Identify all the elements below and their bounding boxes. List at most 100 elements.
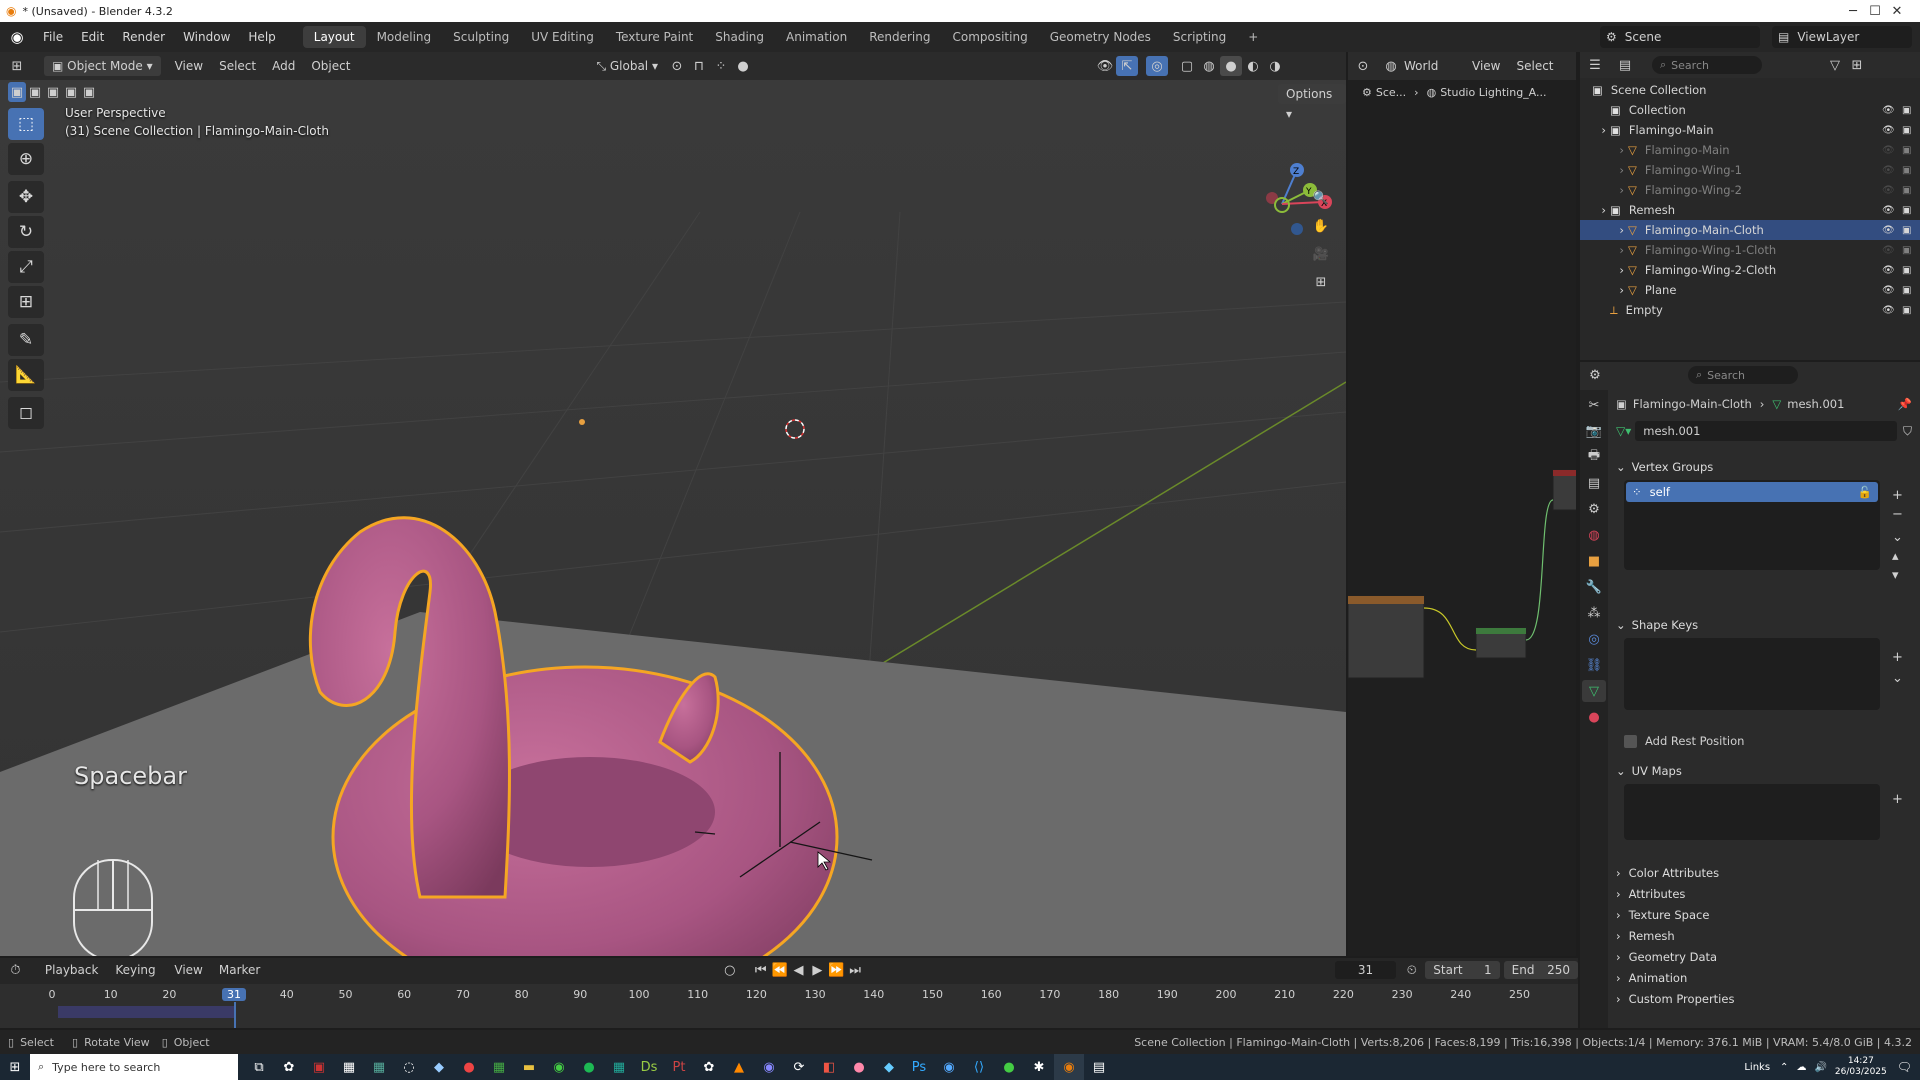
app-icon-12[interactable]: ▦ [604,1054,634,1080]
proportional-edit-icon[interactable]: ● [732,56,754,76]
visibility-eye-icon[interactable]: 👁 [1882,205,1895,216]
outliner-row[interactable]: ⟂ Empty 👁 ▣ [1580,300,1920,320]
expand-arrow-icon[interactable]: › [1580,223,1628,237]
app-icon-4[interactable]: ▦ [364,1054,394,1080]
outliner-row[interactable]: › ▣ Remesh 👁 ▣ [1580,200,1920,220]
material-tab[interactable]: ● [1582,706,1606,728]
add-vertex-group-button[interactable]: + [1892,488,1903,503]
modifier-tab[interactable]: 🔧 [1582,576,1606,598]
task-view-icon[interactable]: ⧉ [244,1054,274,1080]
scene-tab[interactable]: ⚙ [1582,498,1606,520]
filter-icon[interactable]: ▽ [1824,55,1846,75]
render-camera-icon[interactable]: ▣ [1902,265,1911,276]
app-icon-8[interactable]: ▦ [484,1054,514,1080]
editor-type-icon[interactable]: ⊞ [6,56,28,76]
gizmo-toggle-icon[interactable]: ⇱ [1115,56,1138,76]
app-icon-18[interactable]: ⟳ [784,1054,814,1080]
add-workspace-button[interactable]: + [1237,26,1269,48]
playback-menu[interactable]: Playback ▾ [37,960,107,997]
select-box-tool[interactable]: ⬚ [8,108,44,140]
menu-object[interactable]: Object [303,56,358,76]
uv-maps-list[interactable] [1624,784,1880,840]
move-up-button[interactable]: ▴ [1892,549,1903,564]
outliner[interactable]: ☰ ▤ ⌕ Search ▽ ⊞ ▣ Scene Collection ▣ Colle… [1580,52,1920,360]
tab-modeling[interactable]: Modeling [366,26,443,48]
render-camera-icon[interactable]: ▣ [1902,145,1911,156]
display-mode-icon[interactable]: ▤ [1614,55,1636,75]
shape-key-specials-button[interactable]: ⌄ [1892,671,1903,686]
timeline-type-icon[interactable]: ⏱ [6,960,25,980]
network-icon[interactable]: ☁ [1796,1062,1806,1073]
outliner-row[interactable]: ▣ Collection 👁 ▣ [1580,100,1920,120]
vertex-groups-panel-header[interactable]: ⌄ Vertex Groups [1616,456,1912,478]
tab-texture-paint[interactable]: Texture Paint [605,26,704,48]
output-tab[interactable]: 🖶 [1582,446,1606,468]
start-frame-field[interactable]: Start 1 [1425,961,1500,979]
end-frame-field[interactable]: End 250 [1503,961,1579,979]
snap-icon[interactable]: ⊓ [688,56,710,76]
tab-uv-editing[interactable]: UV Editing [520,26,605,48]
light-point[interactable] [579,419,585,425]
render-camera-icon[interactable]: ▣ [1902,285,1911,296]
outliner-row[interactable]: › ▽ Plane 👁 ▣ [1580,280,1920,300]
taskbar-search-input[interactable]: ⌕ Type here to search [30,1054,238,1080]
render-camera-icon[interactable]: ▣ [1902,105,1911,116]
add-shape-key-button[interactable]: + [1892,650,1903,665]
expand-arrow-icon[interactable]: › [1580,243,1628,257]
visibility-eye-icon[interactable]: 👁 [1882,305,1895,316]
app-icon-21[interactable]: ◆ [874,1054,904,1080]
visibility-eye-icon[interactable]: 👁 [1882,165,1895,176]
app-icon-23[interactable]: ◉ [934,1054,964,1080]
scene-selector[interactable]: ⚙ Scene [1600,26,1760,48]
notifications-icon[interactable]: 🗨 [1897,1060,1912,1074]
marker-menu[interactable]: Marker [211,960,268,980]
render-camera-icon[interactable]: ▣ [1902,305,1911,316]
shape-keys-list[interactable] [1624,638,1880,710]
app-icon-5[interactable]: ◌ [394,1054,424,1080]
data-tab[interactable]: ▽ [1582,680,1606,702]
app-icon-20[interactable]: ● [844,1054,874,1080]
volume-icon[interactable]: 🔊 [1814,1062,1826,1073]
outliner-search-input[interactable]: ⌕ Search [1652,56,1762,74]
tab-rendering[interactable]: Rendering [858,26,941,48]
playhead-line[interactable] [233,1002,236,1028]
substance-painter-icon[interactable]: Pt [664,1054,694,1080]
render-camera-icon[interactable]: ▣ [1902,125,1911,136]
visibility-eye-icon[interactable]: 👁 [1882,125,1895,136]
jump-end-icon[interactable]: ⏭ [846,960,865,980]
jump-keyframe-back-icon[interactable]: ⏪ [770,960,789,980]
outliner-row[interactable]: › ▣ Flamingo-Main 👁 ▣ [1580,120,1920,140]
pan-hand-icon[interactable]: ✋ [1310,216,1332,236]
overlay-toggle-icon[interactable]: ◎ [1145,56,1168,76]
rendered-shading-icon[interactable]: ◑ [1264,56,1286,76]
menu-edit[interactable]: Edit [72,22,113,52]
datablock-name-field[interactable]: mesh.001 [1635,421,1897,441]
transform-tool[interactable]: ⊞ [8,286,44,318]
world-output-node[interactable] [1552,469,1576,511]
mesh-datablock-selector[interactable]: ▽▾ mesh.001 ⛉ [1616,420,1912,442]
outliner-type-icon[interactable]: ☰ [1584,55,1606,75]
visibility-eye-icon[interactable]: 👁 [1882,225,1895,236]
environment-texture-node[interactable] [1348,595,1425,679]
expand-arrow-icon[interactable]: › [1580,183,1628,197]
camera-view-icon[interactable]: 🎥 [1310,244,1332,264]
tab-layout[interactable]: Layout [302,26,366,48]
expand-arrow-icon[interactable]: › [1580,203,1610,217]
menu-file[interactable]: File [34,22,72,52]
collapsed-panel-header[interactable]: › Attributes [1616,883,1912,905]
vertex-group-specials-button[interactable]: ⌄ [1892,530,1903,545]
scale-tool[interactable]: ⤢ [8,251,44,283]
rotate-tool[interactable]: ↻ [8,216,44,248]
add-rest-position-checkbox[interactable] [1624,734,1637,748]
app-icon-17[interactable]: ◉ [754,1054,784,1080]
file-explorer-icon[interactable]: ▬ [514,1054,544,1080]
taskbar-clock[interactable]: 14:27 26/03/2025 [1835,1056,1887,1078]
render-camera-icon[interactable]: ▣ [1902,225,1911,236]
snap-target-icon[interactable]: ⁘ [710,56,732,76]
menu-help[interactable]: Help [239,22,284,52]
tray-links-label[interactable]: Links [1744,1062,1770,1073]
particles-tab[interactable]: ⁂ [1582,602,1606,624]
app-icon-28[interactable]: ▤ [1084,1054,1114,1080]
new-collection-icon[interactable]: ⊞ [1846,55,1868,75]
collapsed-panel-header[interactable]: › Texture Space [1616,904,1912,926]
